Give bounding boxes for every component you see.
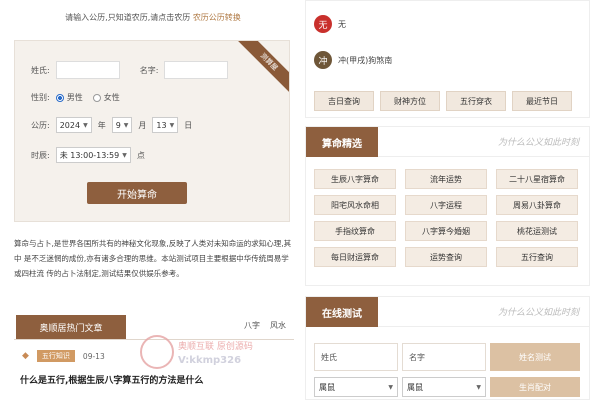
watermark-line1: 奥顺互联 原创源码 (178, 341, 253, 352)
fortune-item[interactable]: 五行查询 (496, 247, 578, 267)
watermark-line2: V:kkmp326 (178, 354, 242, 366)
fortune-item[interactable]: 周易八卦算命 (496, 195, 578, 215)
day-value: 13 (156, 120, 167, 130)
zodiac-select-1-value: 属鼠 (319, 382, 335, 392)
name-test-button[interactable]: 姓名测试 (490, 343, 580, 371)
time-label: 时辰: (31, 150, 50, 160)
fortune-item[interactable]: 桃花运测试 (496, 221, 578, 241)
article-tag[interactable]: 五行知识 (36, 350, 75, 362)
zodiac-pair-button[interactable]: 生肖配对 (490, 377, 580, 397)
radio-unchecked-icon (92, 93, 101, 102)
fortune-item[interactable]: 八字算今婚姻 (405, 221, 487, 241)
info-row-2: 冲 冲(甲戌)狗煞南 (314, 51, 392, 69)
test-surname-input[interactable]: 姓氏 (314, 343, 398, 371)
test-given-name-input[interactable]: 名字 (402, 343, 486, 371)
zodiac-select-2-value: 属鼠 (407, 382, 423, 392)
time-value: 未 13:00-13:59 (59, 150, 120, 160)
surname-input[interactable] (55, 61, 120, 79)
fortune-item[interactable]: 流年运势 (405, 169, 487, 189)
fortune-picks-header: 算命精选 为什么公义如此时刻 (306, 127, 589, 157)
time-row: 时辰: 未 13:00-13:59 ▼ 点 (31, 147, 145, 163)
time-select[interactable]: 未 13:00-13:59 ▼ (55, 147, 131, 163)
fortune-picks-grid: 生辰八字算命 流年运势 二十八星宿算命 阳宅风水命相 八字运程 周易八卦算命 手… (314, 169, 578, 267)
corner-ribbon: 测算屋 (234, 41, 289, 97)
zodiac-pair-row: 属鼠 ▼ 属鼠 ▼ 生肖配对 (314, 377, 580, 397)
intro-paragraph: 算命与占卜,是世界各国所共有的神秘文化现象,反映了人类对未知命运的求知心理,其中… (14, 239, 292, 278)
chevron-down-icon: ▼ (123, 121, 129, 129)
status-badge-icon: 无 (314, 15, 332, 33)
fortune-item[interactable]: 八字运程 (405, 195, 487, 215)
gender-row: 性别: 男性 女性 (31, 92, 124, 103)
clash-badge-icon: 冲 (314, 51, 332, 69)
chevron-down-icon: ▼ (122, 151, 127, 159)
fortune-item[interactable]: 手指纹算命 (314, 221, 396, 241)
month-select[interactable]: 9 ▼ (111, 117, 133, 133)
recent-festival-button[interactable]: 最近节日 (512, 91, 572, 111)
day-unit: 日 (184, 120, 193, 130)
hot-articles-title: 奥顺居热门文章 (16, 315, 126, 339)
year-value: 2024 (59, 120, 81, 130)
solar-date-label: 公历: (31, 120, 50, 130)
fortune-item[interactable]: 运势查询 (405, 247, 487, 267)
online-test-title: 在线测试 (306, 297, 378, 327)
info-row-2-text: 冲(甲戌)狗煞南 (338, 55, 393, 65)
bullet-icon: ◆ (22, 351, 29, 361)
online-test-panel: 在线测试 为什么公义如此时刻 姓氏 名字 姓名测试 属鼠 ▼ 属鼠 ▼ 生肖配对 (305, 296, 590, 400)
zodiac-select-2[interactable]: 属鼠 ▼ (402, 377, 486, 397)
name-test-row: 姓氏 名字 姓名测试 (314, 343, 580, 371)
hint-text: 请输入公历,只知道农历,请点击农历 (65, 13, 191, 22)
five-elements-outfit-button[interactable]: 五行穿衣 (446, 91, 506, 111)
article-title-link[interactable]: 什么是五行,根据生辰八字算五行的方法是什么 (20, 373, 203, 386)
chevron-down-icon: ▼ (476, 383, 481, 391)
watermark: 奥顺互联 原创源码 V:kkmp326 (140, 330, 300, 374)
conversion-hint: 请输入公历,只知道农历,请点击农历 农历公历转换 (14, 12, 292, 23)
date-row: 公历: 2024 ▼ 年 9 ▼ 月 13 ▼ 日 (31, 117, 192, 133)
info-row-1: 无 无 (314, 15, 346, 33)
month-value: 9 (115, 120, 121, 130)
zodiac-select-1[interactable]: 属鼠 ▼ (314, 377, 398, 397)
gender-label: 性别: (31, 93, 50, 102)
wealth-direction-button[interactable]: 财神方位 (380, 91, 440, 111)
year-unit: 年 (97, 120, 106, 130)
gender-male-label: 男性 (66, 93, 83, 102)
article-date: 09-13 (82, 351, 105, 361)
fortune-item[interactable]: 每日财运算命 (314, 247, 396, 267)
fortune-picks-panel: 算命精选 为什么公义如此时刻 生辰八字算命 流年运势 二十八星宿算命 阳宅风水命… (305, 126, 590, 286)
surname-label: 姓氏: (31, 65, 50, 75)
fortune-item[interactable]: 生辰八字算命 (314, 169, 396, 189)
lunar-convert-link[interactable]: 农历公历转换 (193, 13, 241, 22)
info-row-1-text: 无 (338, 19, 346, 29)
year-select[interactable]: 2024 ▼ (55, 117, 92, 133)
fortune-item[interactable]: 阳宅风水命相 (314, 195, 396, 215)
calligraphy-decoration: 为什么公义如此时刻 (497, 138, 579, 148)
chevron-down-icon: ▼ (388, 383, 393, 391)
lucky-day-button[interactable]: 吉日查询 (314, 91, 374, 111)
radio-checked-icon (55, 93, 64, 102)
gender-female-radio[interactable]: 女性 (92, 92, 120, 103)
start-reading-button[interactable]: 开始算命 (87, 182, 187, 204)
online-test-header: 在线测试 为什么公义如此时刻 (306, 297, 589, 327)
time-unit: 点 (136, 150, 145, 160)
chevron-down-icon: ▼ (169, 121, 175, 129)
gender-female-label: 女性 (103, 93, 120, 102)
day-select[interactable]: 13 ▼ (152, 117, 179, 133)
daily-info-box: 无 无 冲 冲(甲戌)狗煞南 吉日查询 财神方位 五行穿衣 最近节日 (305, 0, 590, 118)
month-unit: 月 (138, 120, 147, 130)
fortune-picks-title: 算命精选 (306, 127, 378, 157)
article-meta: ◆ 五行知识 09-13 (22, 350, 105, 362)
given-name-input[interactable] (164, 61, 229, 79)
calligraphy-decoration: 为什么公义如此时刻 (497, 308, 579, 318)
quick-links: 吉日查询 财神方位 五行穿衣 最近节日 (314, 91, 572, 111)
fortune-item[interactable]: 二十八星宿算命 (496, 169, 578, 189)
chevron-down-icon: ▼ (83, 121, 88, 129)
name-row: 姓氏: 名字: (31, 61, 229, 79)
seal-icon (140, 335, 174, 369)
given-name-label: 名字: (139, 65, 159, 75)
gender-male-radio[interactable]: 男性 (55, 92, 83, 103)
birth-info-form: 测算屋 姓氏: 名字: 性别: 男性 女性 公历: 2024 ▼ 年 9 ▼ 月… (14, 40, 290, 222)
